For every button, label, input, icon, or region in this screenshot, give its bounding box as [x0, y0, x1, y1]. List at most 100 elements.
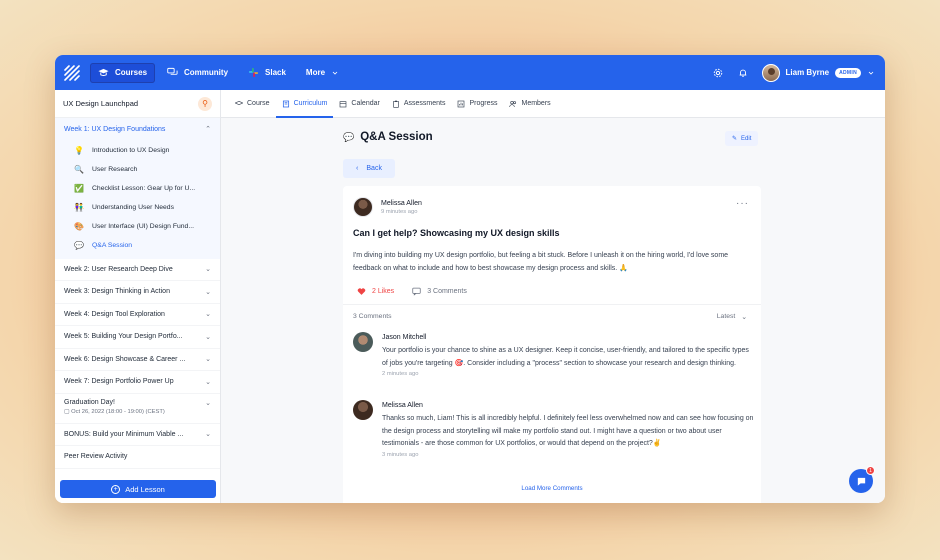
- tab-members[interactable]: Members: [503, 90, 556, 117]
- week-4-header[interactable]: Week 4: Design Tool Exploration ⌄: [55, 304, 220, 326]
- divider: [343, 304, 761, 305]
- chevron-down-icon: ⌄: [205, 311, 211, 319]
- back-label: Back: [366, 165, 382, 172]
- tab-curriculum[interactable]: Curriculum: [275, 90, 334, 118]
- plus-icon: +: [111, 484, 121, 494]
- tab-calendar[interactable]: Calendar: [333, 90, 385, 117]
- tab-label: Assessments: [403, 100, 446, 107]
- chevron-down-icon: ⌄: [205, 399, 211, 407]
- chevron-down-icon: ⌄: [205, 378, 211, 386]
- lesson-item[interactable]: 👫 Understanding User Needs: [55, 197, 220, 217]
- add-lesson-label: Add Lesson: [125, 484, 165, 494]
- chart-icon: [458, 100, 465, 107]
- graduation-cap-icon: [235, 100, 243, 105]
- people-icon: 👫: [74, 202, 84, 212]
- tab-progress[interactable]: Progress: [451, 90, 503, 117]
- back-button[interactable]: ‹ Back: [343, 159, 395, 178]
- peer-review-header[interactable]: Peer Review Activity: [55, 446, 220, 469]
- bonus-header[interactable]: BONUS: Build your Minimum Viable ... ⌄: [55, 424, 220, 446]
- nav-more-label: More: [305, 68, 326, 77]
- comment-item: Jason Mitchell Your portfolio is your ch…: [353, 332, 754, 377]
- edit-label: Edit: [741, 135, 752, 142]
- notifications-button[interactable]: [737, 67, 749, 79]
- chat-bubbles-icon: [167, 67, 178, 75]
- comment-icon: [412, 287, 421, 296]
- lesson-item[interactable]: ✅ Checklist Lesson: Gear Up for U...: [55, 178, 220, 198]
- comment-time: 3 minutes ago: [382, 452, 419, 459]
- chevron-left-icon: ‹: [356, 165, 359, 172]
- week-2-header[interactable]: Week 2: User Research Deep Dive ⌄: [55, 259, 220, 281]
- nav-slack[interactable]: Slack: [240, 63, 294, 83]
- comments-heading: 3 Comments: [353, 313, 392, 320]
- graduation-header[interactable]: Graduation Day! ▢ Oct 26, 2022 (18:00 - …: [55, 394, 220, 424]
- clipboard-icon: [393, 100, 399, 108]
- nav-community[interactable]: Community: [159, 63, 236, 83]
- lesson-item-active[interactable]: 💬 Q&A Session: [55, 235, 220, 255]
- week-1-header[interactable]: Week 1: UX Design Foundations ⌃: [55, 118, 220, 141]
- tab-label: Calendar: [351, 100, 380, 107]
- chevron-down-icon: ⌄: [205, 333, 211, 341]
- page-title-text: Q&A Session: [360, 131, 433, 143]
- tab-assessments[interactable]: Assessments: [386, 90, 452, 117]
- lesson-label: User Interface (UI) Design Fund...: [92, 222, 194, 230]
- avatar[interactable]: [353, 197, 373, 217]
- avatar[interactable]: [353, 332, 373, 352]
- week-label: BONUS: Build your Minimum Viable ...: [64, 430, 184, 438]
- comments-button[interactable]: 3 Comments: [412, 287, 467, 296]
- edit-button[interactable]: ✎ Edit: [725, 131, 759, 146]
- week-5-header[interactable]: Week 5: Building Your Design Portfo... ⌄: [55, 326, 220, 349]
- week-label: Week 2: User Research Deep Dive: [64, 265, 173, 273]
- palette-icon: 🎨: [74, 221, 84, 231]
- comment-item: Melissa Allen Thanks so much, Liam! This…: [353, 400, 754, 458]
- week-1-lessons: 💡 Introduction to UX Design 🔍 User Researc…: [55, 140, 220, 259]
- chevron-down-icon: ⌄: [205, 288, 211, 296]
- post-author: Melissa Allen 9 minutes ago: [353, 197, 422, 217]
- week-label: Week 3: Design Thinking in Action: [64, 288, 170, 296]
- nav-courses[interactable]: Courses: [90, 62, 156, 83]
- speech-bubble-icon: 💬: [343, 131, 355, 142]
- lesson-item[interactable]: 🎨 User Interface (UI) Design Fund...: [55, 216, 220, 236]
- like-button[interactable]: 2 Likes: [357, 287, 394, 296]
- week-label: Week 7: Design Portfolio Power Up: [64, 378, 174, 386]
- chevron-down-icon: ⌄: [205, 431, 211, 439]
- slack-icon: [248, 67, 259, 78]
- post-body: I'm diving into building my UX design po…: [353, 252, 729, 272]
- post-author-name[interactable]: Melissa Allen: [381, 200, 422, 207]
- user-switch-icon[interactable]: ⚲: [198, 96, 212, 111]
- week-7-header[interactable]: Week 7: Design Portfolio Power Up ⌄: [55, 371, 220, 394]
- comment-text: Thanks so much, Liam! This is all incred…: [382, 415, 754, 448]
- top-navbar: Courses Community Slack More Liam Byrne …: [55, 55, 885, 90]
- lightbulb-icon: 💡: [74, 145, 84, 155]
- comment-author[interactable]: Melissa Allen: [382, 402, 754, 409]
- comments-count: 3 Comments: [427, 288, 467, 295]
- user-name: Liam Byrne: [785, 68, 830, 77]
- chat-launcher-button[interactable]: 1: [849, 466, 875, 493]
- sort-dropdown[interactable]: Latest ⌄: [717, 313, 747, 321]
- book-icon: [282, 100, 289, 107]
- load-more-comments-button[interactable]: Load More Comments: [343, 485, 761, 492]
- lesson-item[interactable]: 🔍 User Research: [55, 159, 220, 179]
- graduation-date: ▢ Oct 26, 2022 (18:00 - 19:00) (CEST): [64, 409, 165, 415]
- week-6-header[interactable]: Week 6: Design Showcase & Career ... ⌄: [55, 349, 220, 371]
- comment-author[interactable]: Jason Mitchell: [382, 334, 754, 341]
- lesson-item[interactable]: 💡 Introduction to UX Design: [55, 140, 220, 160]
- more-options-icon[interactable]: ···: [736, 198, 749, 209]
- nav-more[interactable]: More: [298, 63, 347, 83]
- post-stats: 2 Likes 3 Comments: [357, 287, 467, 296]
- logo-icon[interactable]: [64, 64, 80, 81]
- avatar[interactable]: [353, 400, 373, 420]
- comment-text: Your portfolio is your chance to shine a…: [382, 347, 749, 367]
- chevron-down-icon: [868, 71, 874, 75]
- add-lesson-button[interactable]: + Add Lesson: [60, 480, 216, 498]
- tab-course[interactable]: Course: [229, 90, 276, 117]
- user-menu[interactable]: Liam Byrne ADMIN: [761, 63, 875, 82]
- nav-community-label: Community: [184, 68, 229, 77]
- lesson-label: Q&A Session: [92, 241, 133, 249]
- week-3-header[interactable]: Week 3: Design Thinking in Action ⌄: [55, 281, 220, 304]
- settings-button[interactable]: [712, 67, 724, 79]
- calendar-icon: [340, 100, 347, 107]
- admin-badge: ADMIN: [835, 67, 861, 78]
- week-label: Peer Review Activity: [64, 453, 128, 461]
- graduation-date-text: Oct 26, 2022 (18:00 - 19:00) (CEST): [71, 408, 165, 415]
- lesson-label: Introduction to UX Design: [92, 146, 170, 154]
